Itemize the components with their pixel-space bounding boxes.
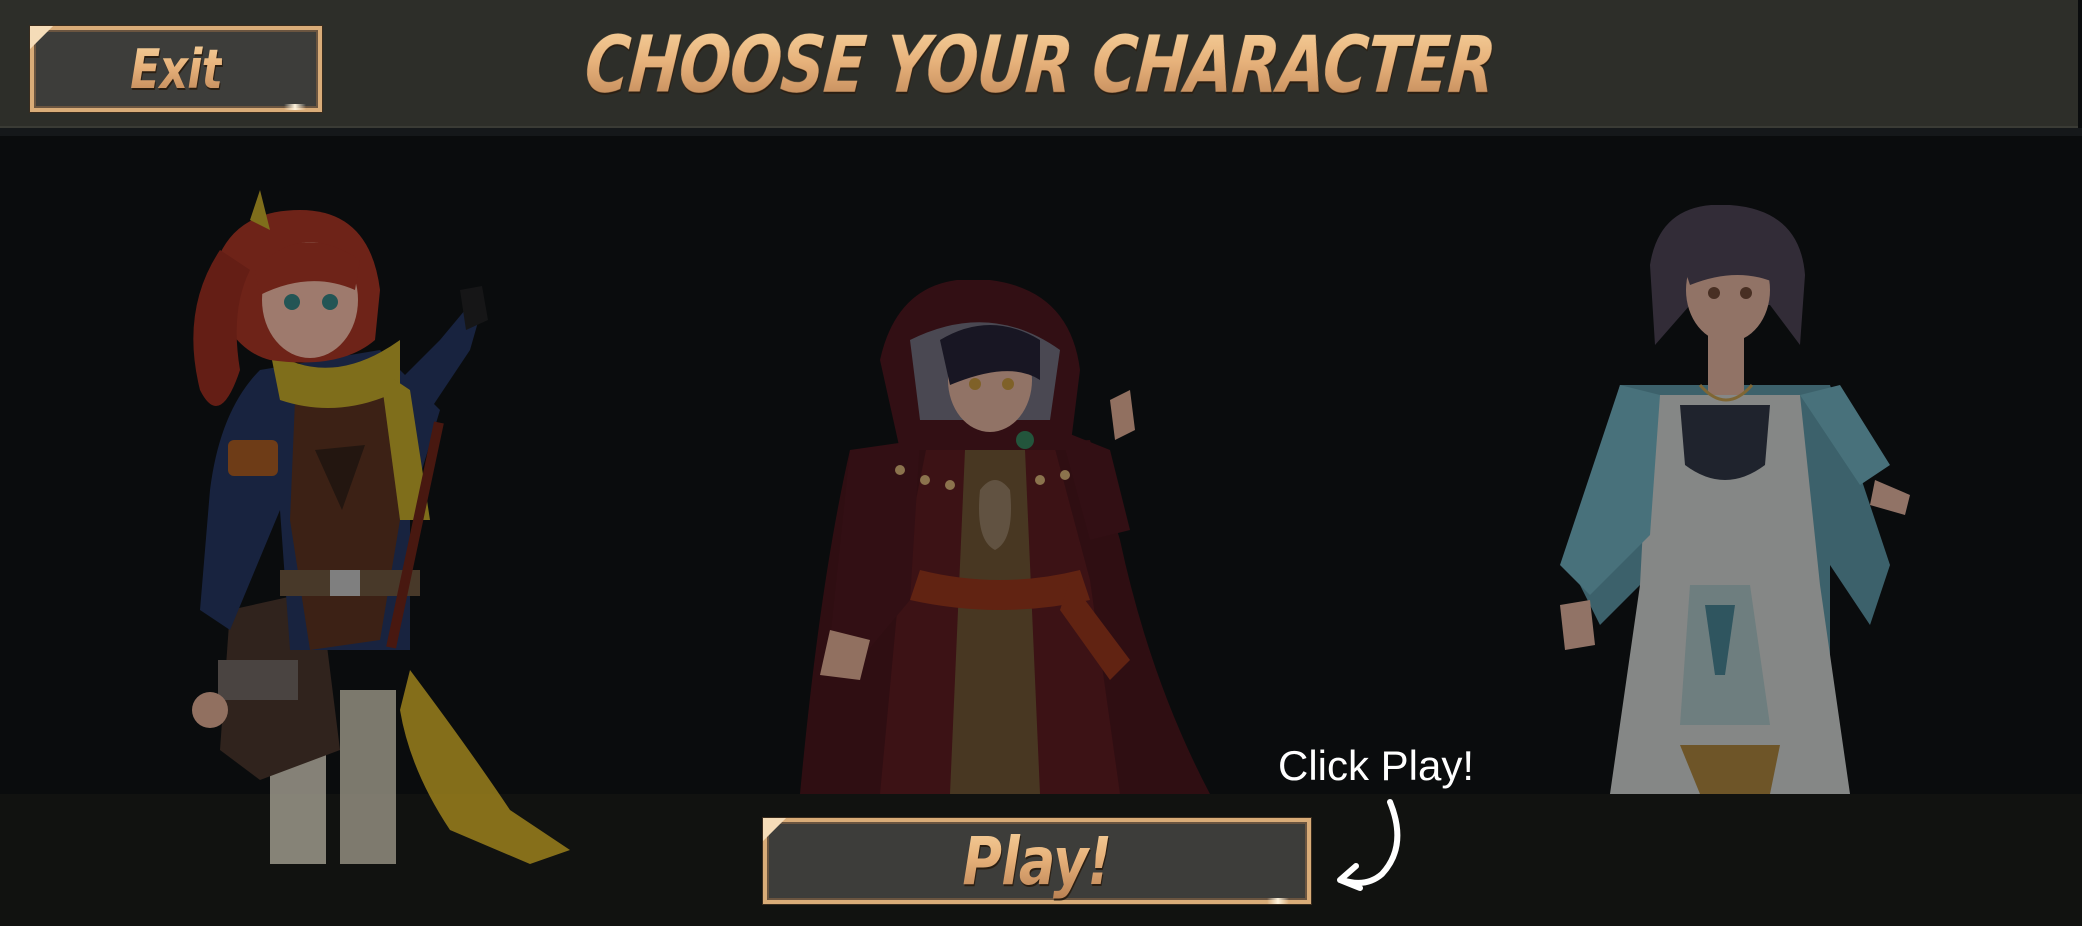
character-mage[interactable] xyxy=(790,280,1230,794)
button-corner-ornament xyxy=(763,818,793,848)
exit-label: Exit xyxy=(130,37,223,101)
character-warrior-art xyxy=(192,190,570,864)
play-button[interactable]: Play! xyxy=(763,818,1311,904)
button-corner-ornament xyxy=(30,26,60,56)
character-mage-art xyxy=(800,280,1210,794)
page-title-text: CHOOSE YOUR CHARACTER xyxy=(581,21,1499,111)
play-label: Play! xyxy=(962,822,1113,900)
page-title: CHOOSE YOUR CHARACTER xyxy=(582,18,1499,114)
character-priest-art xyxy=(1560,205,1910,794)
character-select-screen: Exit CHOOSE YOUR CHARACTER Click Play! P… xyxy=(0,0,2082,926)
curved-arrow-icon xyxy=(1337,799,1401,891)
button-glint xyxy=(284,104,306,110)
character-warrior[interactable] xyxy=(110,190,590,864)
character-priest[interactable] xyxy=(1530,205,1930,794)
header-divider xyxy=(0,128,2082,136)
play-hint-text: Click Play! xyxy=(1278,742,1475,789)
exit-button[interactable]: Exit xyxy=(30,26,322,112)
button-glint xyxy=(1267,898,1289,904)
